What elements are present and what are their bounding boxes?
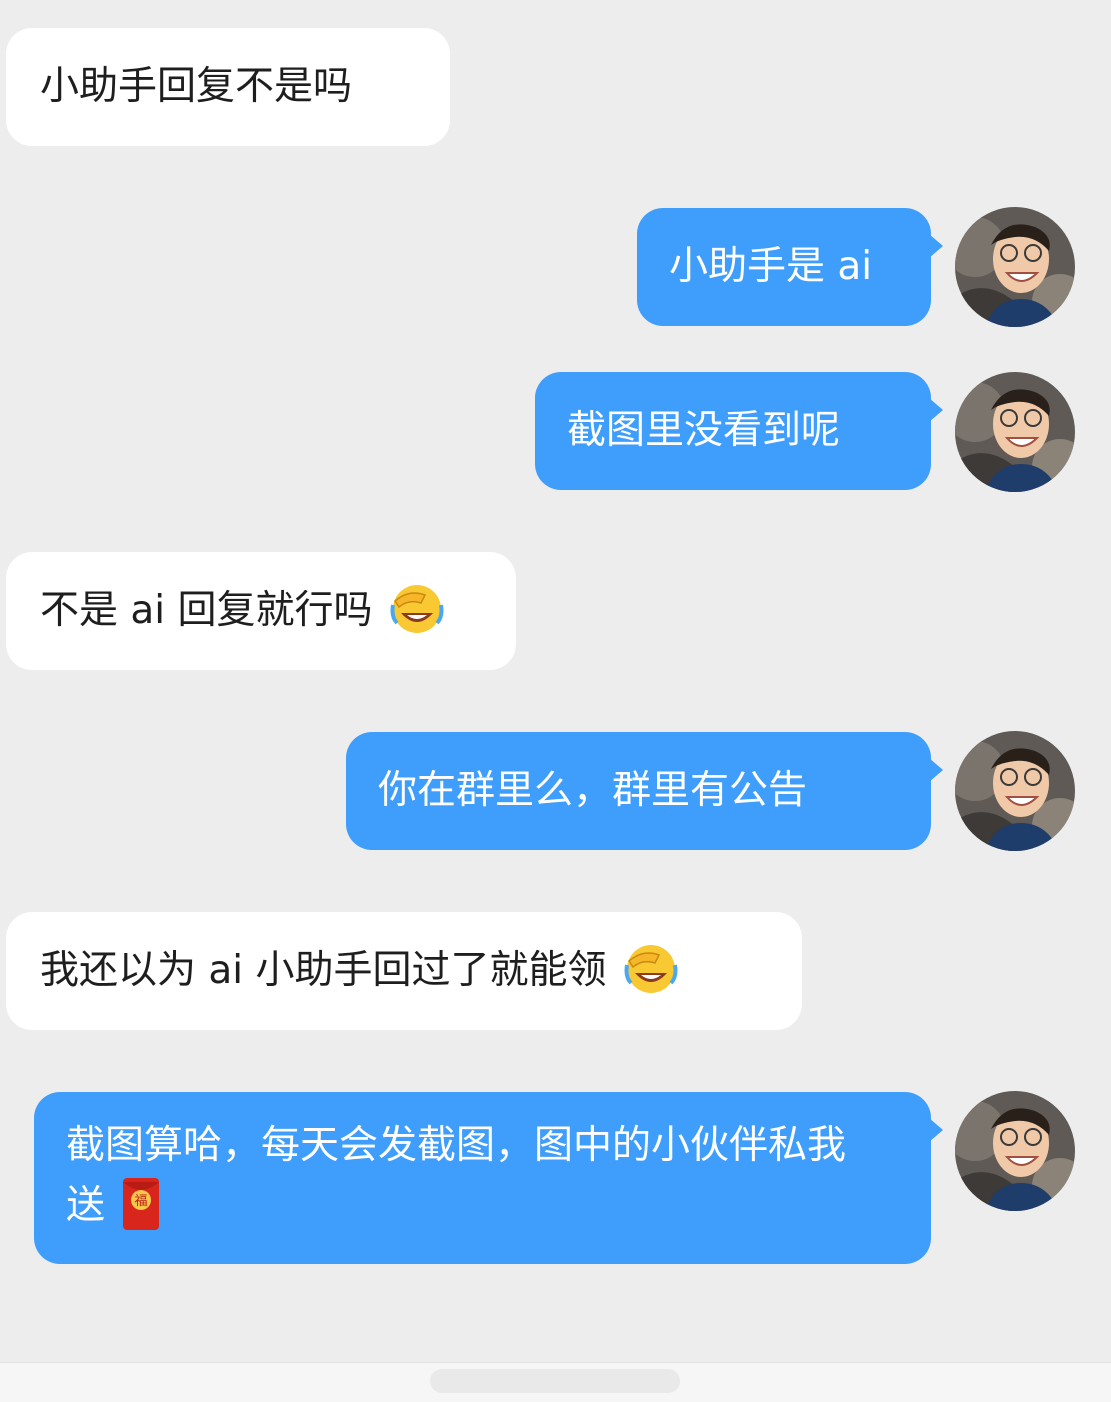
- red-envelope-icon: 福: [121, 1176, 161, 1250]
- message-text: 我还以为 ai 小助手回过了就能领: [40, 948, 607, 993]
- message-bubble-outgoing[interactable]: 截图里没看到呢: [535, 372, 943, 490]
- message-bubble-incoming[interactable]: 不是 ai 回复就行吗: [6, 552, 516, 670]
- avatar-photo-icon: [955, 1091, 1075, 1211]
- input-bar: [0, 1362, 1111, 1402]
- message-text: 截图算哈，每天会发截图，图中的小伙伴私我送: [66, 1123, 847, 1228]
- avatar-photo-icon: [955, 207, 1075, 327]
- avatar[interactable]: [955, 207, 1075, 327]
- avatar[interactable]: [955, 1091, 1075, 1211]
- message-bubble-outgoing[interactable]: 截图算哈，每天会发截图，图中的小伙伴私我送 福: [34, 1092, 943, 1264]
- avatar-photo-icon: [955, 372, 1075, 492]
- message-text: 小助手回复不是吗: [40, 64, 353, 109]
- avatar[interactable]: [955, 731, 1075, 851]
- message-text: 你在群里么，群里有公告: [378, 768, 808, 813]
- message-text: 不是 ai 回复就行吗: [40, 588, 373, 633]
- message-bubble-incoming[interactable]: 小助手回复不是吗: [6, 28, 450, 146]
- message-text: 截图里没看到呢: [567, 408, 841, 453]
- avatar[interactable]: [955, 372, 1075, 492]
- message-bubble-outgoing[interactable]: 小助手是 ai: [637, 208, 943, 326]
- message-text: 小助手是 ai: [669, 244, 873, 289]
- watermark-placeholder: [430, 1369, 680, 1393]
- svg-text:福: 福: [135, 1194, 148, 1209]
- facepalm-laugh-emoji: [389, 583, 445, 653]
- message-bubble-outgoing[interactable]: 你在群里么，群里有公告: [346, 732, 943, 850]
- message-bubble-incoming[interactable]: 我还以为 ai 小助手回过了就能领: [6, 912, 802, 1030]
- facepalm-laugh-emoji: [623, 943, 679, 1013]
- avatar-photo-icon: [955, 731, 1075, 851]
